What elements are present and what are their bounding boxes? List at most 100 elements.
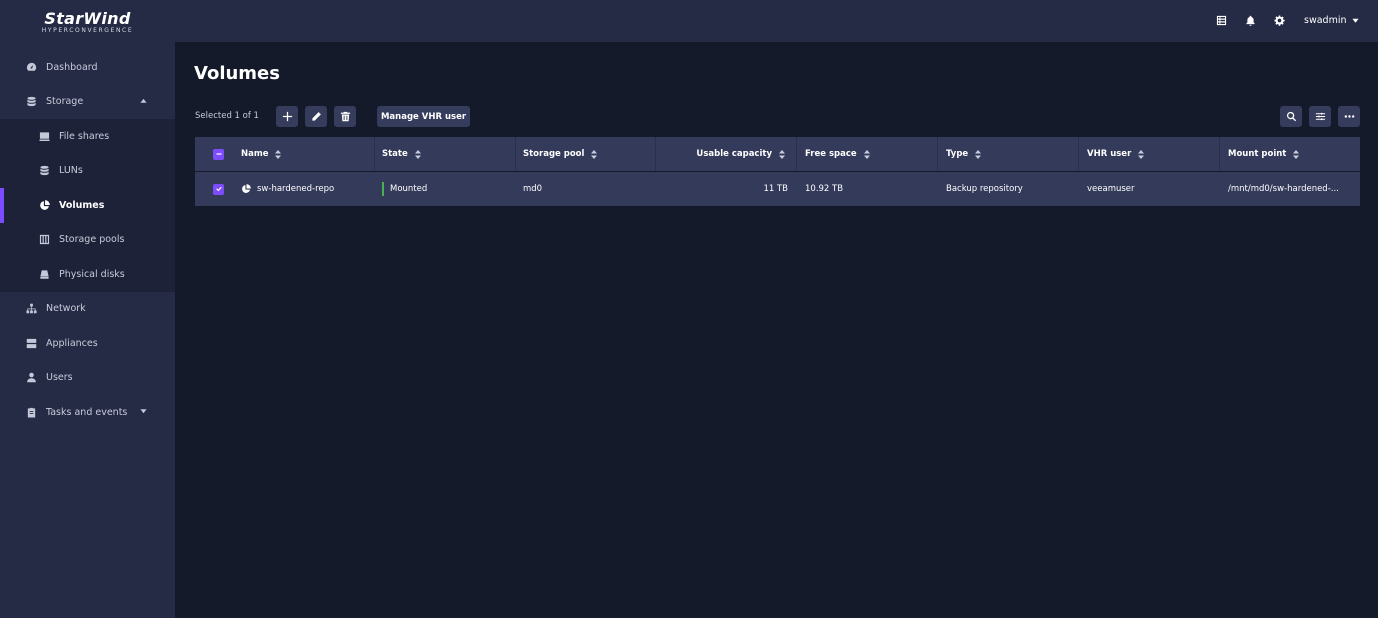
check-icon xyxy=(215,186,222,192)
cell-type: Backup repository xyxy=(946,184,1023,194)
username: swadmin xyxy=(1304,14,1347,26)
sidebar-item-label: Storage pools xyxy=(59,234,125,246)
logo-text: StarWind xyxy=(44,8,131,28)
ellipsis-icon xyxy=(1344,115,1354,118)
physical-disks-icon xyxy=(38,268,51,281)
sidebar-item-users[interactable]: Users xyxy=(0,361,175,396)
column-header-storage-pool[interactable]: Storage pool xyxy=(523,137,598,171)
column-header-free-space[interactable]: Free space xyxy=(805,137,870,171)
logo-subtitle: HYPERCONVERGENCE xyxy=(41,26,134,34)
pencil-icon xyxy=(311,112,321,121)
row-checkbox[interactable] xyxy=(213,172,224,206)
sidebar-item-label: Network xyxy=(46,303,86,315)
sidebar-item-storage-pools[interactable]: Storage pools xyxy=(0,223,175,258)
sidebar: StarWind HYPERCONVERGENCE Dashboard Stor… xyxy=(0,0,175,618)
topbar: swadmin xyxy=(175,0,1378,42)
minus-icon xyxy=(216,153,221,155)
column-label: VHR user xyxy=(1087,149,1132,159)
cell-free-space: 10.92 TB xyxy=(805,184,844,194)
column-divider[interactable] xyxy=(796,137,797,171)
column-divider[interactable] xyxy=(655,137,656,171)
manage-vhr-user-button[interactable]: Manage VHR user xyxy=(377,106,470,127)
sidebar-nav: Dashboard Storage File shares LUNs Volum… xyxy=(0,50,175,430)
select-all-checkbox[interactable] xyxy=(213,137,224,171)
checkbox-indeterminate xyxy=(213,148,224,160)
sort-icon xyxy=(275,149,282,159)
chevron-down-icon xyxy=(140,407,147,418)
sidebar-item-label: LUNs xyxy=(59,165,83,177)
sort-icon xyxy=(1293,149,1300,159)
page-title: Volumes xyxy=(194,63,280,84)
sidebar-item-file-shares[interactable]: File shares xyxy=(0,119,175,154)
sidebar-item-tasks-and-events[interactable]: Tasks and events xyxy=(0,395,175,430)
sort-icon xyxy=(975,149,982,159)
table-row[interactable]: sw-hardened-repo Mounted md0 11 TB 10.92… xyxy=(195,172,1360,206)
list-icon[interactable] xyxy=(1214,13,1228,27)
cell-name: sw-hardened-repo xyxy=(241,172,334,206)
state-text: Mounted xyxy=(390,184,428,194)
sidebar-item-label: Storage xyxy=(46,96,84,108)
volumes-icon xyxy=(38,199,51,212)
starwind-logo[interactable]: StarWind HYPERCONVERGENCE xyxy=(0,0,175,42)
plus-icon xyxy=(282,111,292,122)
user-menu[interactable]: swadmin xyxy=(1304,13,1359,27)
sidebar-item-network[interactable]: Network xyxy=(0,292,175,327)
sidebar-item-label: Volumes xyxy=(59,199,105,211)
chevron-down-icon xyxy=(1351,18,1359,23)
sidebar-item-label: Tasks and events xyxy=(46,406,128,418)
more-button[interactable] xyxy=(1338,106,1360,127)
column-header-type[interactable]: Type xyxy=(946,137,982,171)
sidebar-item-volumes[interactable]: Volumes xyxy=(0,188,175,223)
storage-icon xyxy=(25,95,38,108)
sidebar-item-luns[interactable]: LUNs xyxy=(0,154,175,189)
column-divider[interactable] xyxy=(1219,137,1220,171)
column-header-state[interactable]: State xyxy=(382,137,421,171)
sidebar-item-appliances[interactable]: Appliances xyxy=(0,326,175,361)
appliances-icon xyxy=(25,337,38,350)
luns-icon xyxy=(38,164,51,177)
file-shares-icon xyxy=(38,130,51,143)
edit-button[interactable] xyxy=(305,106,327,127)
users-icon xyxy=(25,371,38,384)
column-divider[interactable] xyxy=(374,137,375,171)
search-icon xyxy=(1286,111,1296,122)
column-divider[interactable] xyxy=(1078,137,1079,171)
volume-name: sw-hardened-repo xyxy=(257,184,335,194)
selection-count: Selected 1 of 1 xyxy=(195,111,259,121)
search-button[interactable] xyxy=(1280,106,1302,127)
column-label: Storage pool xyxy=(523,149,585,159)
column-header-mount-point[interactable]: Mount point xyxy=(1228,137,1300,171)
chevron-up-icon xyxy=(140,96,147,107)
sidebar-item-label: Dashboard xyxy=(46,61,98,73)
sidebar-item-label: Physical disks xyxy=(59,268,125,280)
sidebar-item-dashboard[interactable]: Dashboard xyxy=(0,50,175,85)
cell-usable-capacity: 11 TB xyxy=(763,184,788,194)
column-label: Type xyxy=(946,149,969,159)
column-header-name[interactable]: Name xyxy=(241,137,282,171)
sort-icon xyxy=(863,149,870,159)
network-icon xyxy=(25,302,38,315)
column-label: Free space xyxy=(805,149,857,159)
checkbox-checked xyxy=(213,183,224,195)
column-label: Mount point xyxy=(1228,149,1287,159)
sidebar-item-label: File shares xyxy=(59,130,110,142)
sidebar-item-label: Users xyxy=(46,372,73,384)
sort-icon xyxy=(591,149,598,159)
state-indicator xyxy=(382,182,384,196)
sidebar-item-physical-disks[interactable]: Physical disks xyxy=(0,257,175,292)
column-header-usable-capacity[interactable]: Usable capacity xyxy=(696,137,785,171)
sidebar-item-storage[interactable]: Storage xyxy=(0,84,175,119)
delete-button[interactable] xyxy=(334,106,356,127)
sort-icon xyxy=(1138,149,1145,159)
column-divider[interactable] xyxy=(515,137,516,171)
column-label: Usable capacity xyxy=(696,149,772,159)
gear-icon[interactable] xyxy=(1272,13,1286,27)
add-button[interactable] xyxy=(276,106,298,127)
volumes-table: Name State Storage pool Usable capacity … xyxy=(195,137,1360,206)
cell-mount-point: /mnt/md0/sw-hardened-... xyxy=(1228,184,1339,194)
bell-icon[interactable] xyxy=(1243,13,1257,27)
sort-icon xyxy=(779,149,785,159)
filter-button[interactable] xyxy=(1309,106,1331,127)
column-header-vhr-user[interactable]: VHR user xyxy=(1087,137,1145,171)
column-divider[interactable] xyxy=(937,137,938,171)
